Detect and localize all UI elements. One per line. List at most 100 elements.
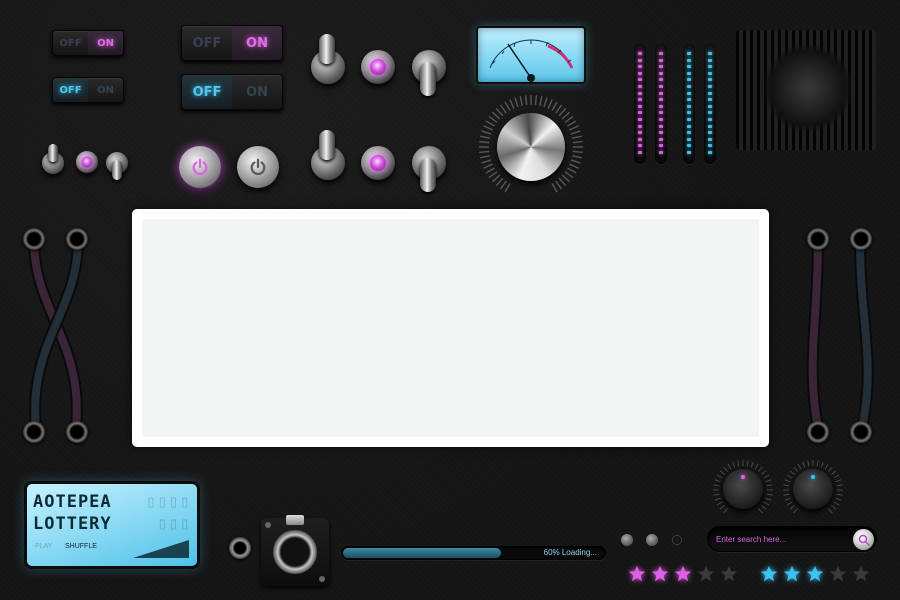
lcd-display: AOTEPEA ▯▯▯▯ LOTTERY ▯▯▯ PLAY SHUFFLE [24,481,200,569]
small-knob[interactable] [646,534,658,546]
rotary-knob-pink[interactable] [723,469,763,509]
loading-progress-bar: 60% Loading... [341,546,606,560]
xlr-connector[interactable] [261,515,329,586]
eq-led [708,98,712,102]
eq-led [708,91,712,95]
switch-on-label: ON [88,31,123,55]
vu-meter [476,26,586,84]
eq-led [638,131,642,135]
xlr-latch [286,515,304,525]
eq-led [638,85,642,88]
eq-led [638,98,642,102]
rotary-knob-blue[interactable] [793,469,833,509]
star-icon[interactable] [783,565,801,583]
eq-led [708,137,712,141]
eq-led [638,78,642,82]
eq-led [659,124,663,128]
eq-led [659,52,663,55]
star-rating-blue[interactable] [760,565,870,583]
eq-led [687,52,691,55]
toggle-lever-1 [319,34,335,64]
eq-led [708,144,712,148]
patch-socket[interactable] [66,228,88,250]
eq-led [659,104,663,108]
lcd-ghost-segments: ▯▯▯▯ [146,492,191,512]
volume-knob[interactable] [497,113,565,181]
patch-socket[interactable] [807,228,829,250]
small-knob[interactable] [621,534,633,546]
star-icon[interactable] [651,565,669,583]
power-button[interactable] [237,146,279,188]
eq-led [659,58,663,62]
mini-toggle-lever-down [112,160,122,180]
pink-indicator-button-2[interactable] [361,146,395,180]
eq-led [708,58,712,62]
patch-socket[interactable] [850,421,872,443]
toggle-lever-3 [319,130,335,160]
eq-led [687,131,691,135]
eq-led [659,98,663,102]
eq-led [659,78,663,82]
switch-off-label: OFF [182,75,232,109]
patch-socket[interactable] [23,228,45,250]
rocker-switch-blue-small[interactable]: OFF ON [52,77,124,103]
pink-indicator-button-1[interactable] [361,50,395,84]
patch-socket[interactable] [807,421,829,443]
knob-indicator-icon [741,475,745,479]
pink-light-icon [370,155,386,171]
audio-jack[interactable] [229,537,251,559]
switch-off-label: OFF [192,35,222,51]
patch-socket[interactable] [23,421,45,443]
eq-led [687,85,691,88]
lcd-ghost-segments: ▯▯▯ [157,514,191,534]
eq-led [638,124,642,128]
patch-socket[interactable] [850,228,872,250]
star-icon[interactable] [628,565,646,583]
lcd-line-2: LOTTERY [33,514,112,534]
patch-socket[interactable] [66,421,88,443]
lcd-shuffle-label: SHUFFLE [65,543,97,550]
eq-led [659,85,663,88]
screw-icon [265,522,271,528]
star-rating-pink[interactable] [628,565,738,583]
star-icon[interactable] [760,565,778,583]
mini-toggle-lever [48,144,58,162]
switch-on-label: ON [232,26,282,60]
eq-led [638,144,642,148]
star-icon[interactable] [829,565,847,583]
search-input[interactable] [716,531,846,548]
eq-led [687,151,691,154]
rocker-switch-pink-large[interactable]: OFF ON [181,25,283,61]
eq-led [708,71,712,75]
power-icon [192,158,208,176]
star-icon[interactable] [674,565,692,583]
eq-led [708,78,712,82]
eq-led [659,71,663,75]
eq-led [687,104,691,108]
lcd-line-1: AOTEPEA [33,492,112,512]
eq-led [708,118,712,121]
rocker-switch-blue-large[interactable]: OFF ON [181,74,283,110]
eq-led [708,52,712,55]
star-icon[interactable] [806,565,824,583]
star-icon[interactable] [720,565,738,583]
pink-light-icon [81,156,93,168]
toggle-lever-2 [420,62,436,96]
search-icon [858,534,870,546]
search-button[interactable] [853,529,874,550]
eq-led [638,151,642,154]
rocker-switch-pink-small[interactable]: OFF ON [52,30,124,56]
eq-led [659,137,663,141]
eq-led [659,144,663,148]
mini-pink-indicator-button[interactable] [76,151,98,173]
eq-led [638,65,642,69]
eq-led [638,118,642,121]
switch-off-label: OFF [53,78,88,102]
eq-led [638,52,642,55]
power-button-pink[interactable] [179,146,221,188]
eq-led [687,144,691,148]
star-icon[interactable] [852,565,870,583]
eq-led [708,85,712,88]
star-icon[interactable] [697,565,715,583]
eq-led [687,71,691,75]
